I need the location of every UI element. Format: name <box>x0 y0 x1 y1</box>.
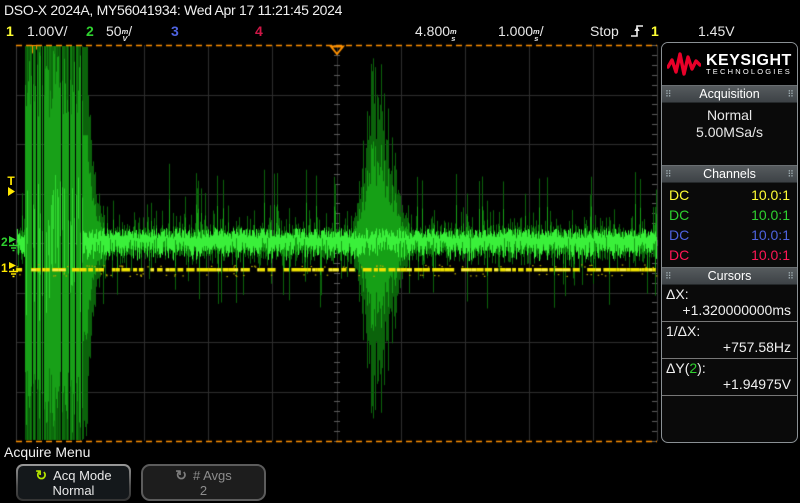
trigger-arrow-icon <box>7 187 16 196</box>
grip-dots-icon: ⠿ <box>665 269 672 283</box>
delay-readout[interactable]: 4.800ms <box>415 20 457 42</box>
timebase-readout[interactable]: 1.000ms/ <box>498 20 544 42</box>
cursor-invdx-value: +757.58Hz <box>666 339 793 355</box>
softkey-acq-mode-label: Acq Mode <box>53 468 112 483</box>
grip-dots-icon: ⠿ <box>665 167 672 181</box>
ch4-coupling: DC <box>669 245 689 265</box>
ch1-scale[interactable]: 1.00V/ <box>27 20 67 42</box>
channels-header[interactable]: ⠿ Channels ⠿ <box>662 165 797 183</box>
ch3-coupling: DC <box>669 225 689 245</box>
ch2-ground-icon <box>8 235 20 253</box>
ch2-ground-label: 2 <box>1 235 8 249</box>
ch2-scale[interactable]: 50mV/ <box>106 20 132 42</box>
softkey-acq-mode[interactable]: ↻ Acq Mode Normal <box>16 464 131 501</box>
channel-row[interactable]: DC 10.0:1 <box>662 245 797 265</box>
brand-name: KEYSIGHT <box>706 53 792 68</box>
trigger-level-marker[interactable]: T <box>3 176 19 196</box>
acquisition-panel: Normal 5.00MSa/s <box>662 103 797 165</box>
cursor-dy-label: ΔY(2): <box>666 360 793 376</box>
ch4-probe: 10.0:1 <box>751 245 790 265</box>
channels-panel: DC 10.0:1 DC 10.0:1 DC 10.0:1 DC 10.0:1 <box>662 183 797 267</box>
trigger-source[interactable]: 1 <box>651 20 659 42</box>
oscilloscope-screen: DSO-X 2024A, MY56041934: Wed Apr 17 11:2… <box>0 0 800 503</box>
ch2-scale-value: 50 <box>106 23 122 39</box>
cursor-invdx-entry: 1/ΔX: +757.58Hz <box>662 322 797 359</box>
ch1-number[interactable]: 1 <box>6 20 14 42</box>
cursor-dy-channel: 2 <box>689 360 697 376</box>
ch2-ground-marker[interactable]: 2 <box>1 235 20 253</box>
channel-row[interactable]: DC 10.0:1 <box>662 185 797 205</box>
trigger-level-label: T <box>7 176 14 187</box>
rotate-select-icon: ↻ <box>35 468 47 482</box>
rotate-select-icon: ↻ <box>175 468 187 482</box>
keysight-logo: KEYSIGHT TECHNOLOGIES <box>662 43 797 85</box>
delay-unit: ms <box>450 29 457 42</box>
rising-edge-trigger-icon <box>630 23 644 39</box>
ch2-probe: 10.0:1 <box>751 205 790 225</box>
menu-title: Acquire Menu <box>4 443 90 461</box>
run-state[interactable]: Stop <box>590 20 619 42</box>
channel-row[interactable]: DC 10.0:1 <box>662 225 797 245</box>
timebase-unit: ms <box>533 29 540 42</box>
channel-row[interactable]: DC 10.0:1 <box>662 205 797 225</box>
ch2-scale-suffix: / <box>128 23 132 39</box>
device-title: DSO-X 2024A, MY56041934: Wed Apr 17 11:2… <box>0 0 800 20</box>
sample-rate-value: 5.00MSa/s <box>662 124 797 141</box>
channels-title: Channels <box>703 167 756 181</box>
softkey-num-avgs-label: # Avgs <box>193 468 232 483</box>
ch1-ground-label: 1 <box>1 261 8 275</box>
ch1-probe: 10.0:1 <box>751 185 790 205</box>
info-sidebar: KEYSIGHT TECHNOLOGIES ⠿ Acquisition ⠿ No… <box>661 42 798 443</box>
ch1-coupling: DC <box>669 185 689 205</box>
ch1-ground-marker[interactable]: 1 <box>1 261 20 279</box>
cursor-dy-value: +1.94975V <box>666 376 793 392</box>
cursor-dx-value: +1.320000000ms <box>666 302 793 318</box>
grip-dots-icon: ⠿ <box>787 167 794 181</box>
ch2-number[interactable]: 2 <box>86 20 94 42</box>
cursor-dx-label: ΔX: <box>666 286 793 302</box>
cursors-header[interactable]: ⠿ Cursors ⠿ <box>662 267 797 285</box>
softkey-acq-mode-value: Normal <box>18 483 129 498</box>
softkey-num-avgs-value: 2 <box>143 483 264 498</box>
brand-sub: TECHNOLOGIES <box>706 68 792 76</box>
trigger-level[interactable]: 1.45V <box>698 20 735 42</box>
waveform-display[interactable] <box>0 42 661 444</box>
timebase-value: 1.000 <box>498 23 533 39</box>
status-bar: 1 1.00V/ 2 50mV/ 3 4 4.800ms 1.000ms/ St… <box>0 20 800 42</box>
grip-dots-icon: ⠿ <box>787 269 794 283</box>
cursor-dx-entry: ΔX: +1.320000000ms <box>662 285 797 322</box>
ch3-probe: 10.0:1 <box>751 225 790 245</box>
delay-value: 4.800 <box>415 23 450 39</box>
acquisition-header[interactable]: ⠿ Acquisition ⠿ <box>662 85 797 103</box>
cursors-panel: ΔX: +1.320000000ms 1/ΔX: +757.58Hz ΔY(2)… <box>662 285 797 396</box>
grip-dots-icon: ⠿ <box>787 87 794 101</box>
ch4-number[interactable]: 4 <box>255 20 263 42</box>
acq-mode-value: Normal <box>662 107 797 124</box>
timebase-suffix: / <box>540 23 544 39</box>
keysight-spark-icon <box>667 51 701 77</box>
cursor-invdx-label: 1/ΔX: <box>666 323 793 339</box>
cursor-dy-entry: ΔY(2): +1.94975V <box>662 359 797 396</box>
ch2-coupling: DC <box>669 205 689 225</box>
acquisition-title: Acquisition <box>699 87 759 101</box>
grip-dots-icon: ⠿ <box>665 87 672 101</box>
ch1-ground-icon <box>8 261 20 279</box>
softkey-num-avgs[interactable]: ↻ # Avgs 2 <box>141 464 266 501</box>
ch3-number[interactable]: 3 <box>171 20 179 42</box>
cursors-title: Cursors <box>708 269 752 283</box>
